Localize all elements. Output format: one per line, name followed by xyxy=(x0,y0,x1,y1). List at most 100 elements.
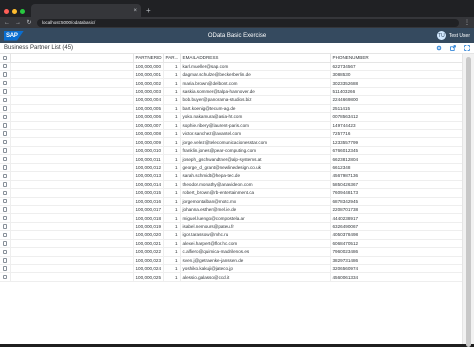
row-select-cell[interactable] xyxy=(0,264,11,274)
column-header-phonenumber[interactable]: PHONENUMBER xyxy=(330,54,463,63)
gear-icon[interactable] xyxy=(436,45,442,51)
table-row[interactable]: 100,000,011 1 joseph_gschwandtner@alp-syst… xyxy=(0,154,463,164)
select-all-cell[interactable] xyxy=(0,54,11,63)
table-row[interactable]: 100,000,003 1 saskia.sommer@talpa-hannover… xyxy=(0,87,463,97)
row-select-cell[interactable] xyxy=(0,129,11,139)
row-checkbox[interactable] xyxy=(2,156,7,162)
row-select-cell[interactable] xyxy=(0,272,11,282)
row-select-cell[interactable] xyxy=(0,205,11,215)
table-row[interactable]: 100,000,013 1 sarah.schmidt@hepa-tec.de 456… xyxy=(0,171,463,181)
row-checkbox[interactable] xyxy=(2,232,7,238)
table-row[interactable]: 100,000,012 1 george_d_grant@newlinedesign… xyxy=(0,163,463,173)
forward-icon[interactable]: → xyxy=(15,20,21,26)
row-select-cell[interactable] xyxy=(0,171,11,181)
row-checkbox[interactable] xyxy=(2,72,7,77)
row-checkbox[interactable] xyxy=(2,266,7,271)
row-select-cell[interactable] xyxy=(0,163,11,173)
row-checkbox[interactable] xyxy=(2,139,7,145)
select-all-checkbox[interactable] xyxy=(2,55,7,60)
row-checkbox[interactable] xyxy=(2,97,7,103)
minimize-window-icon[interactable] xyxy=(12,8,17,14)
address-bar[interactable]: localhost:5000/odatabasic/ xyxy=(37,18,459,27)
vertical-scrollbar[interactable] xyxy=(462,54,474,347)
row-select-cell[interactable] xyxy=(0,62,11,71)
row-checkbox[interactable] xyxy=(2,274,7,280)
row-select-cell[interactable] xyxy=(0,87,11,97)
table-row[interactable]: 100,000,020 1 igor.tarassow@mhc.ru 40503784… xyxy=(0,230,463,240)
table-row[interactable]: 100,000,022 1 c.alfiero@quimica-madrilenos… xyxy=(0,247,463,257)
row-checkbox[interactable] xyxy=(2,207,7,212)
column-header-partnerid[interactable]: PARTNERID xyxy=(133,54,164,63)
close-window-icon[interactable] xyxy=(4,8,9,14)
fullscreen-icon[interactable] xyxy=(464,45,470,51)
row-checkbox[interactable] xyxy=(2,80,7,86)
row-checkbox[interactable] xyxy=(2,190,7,196)
scrollbar-thumb[interactable] xyxy=(466,57,471,347)
row-checkbox[interactable] xyxy=(2,63,7,69)
row-select-cell[interactable] xyxy=(0,247,11,257)
row-select-cell[interactable] xyxy=(0,230,11,240)
table-row[interactable]: 100,000,010 1 franklin.jones@pear-computin… xyxy=(0,146,463,156)
table-row[interactable]: 100,000,001 1 dagmar.schulze@beckerberlin.… xyxy=(0,70,463,80)
row-select-cell[interactable] xyxy=(0,239,11,249)
export-icon[interactable] xyxy=(450,45,456,51)
table-row[interactable]: 100,000,017 1 johanna.esther@mel.ie.de 2208… xyxy=(0,205,463,215)
row-select-cell[interactable] xyxy=(0,137,11,147)
row-select-cell[interactable] xyxy=(0,78,11,88)
row-select-cell[interactable] xyxy=(0,112,11,122)
browser-menu-icon[interactable]: ⋮ xyxy=(464,19,470,26)
table-row[interactable]: 100,000,016 1 jorgemontalban@motc.mx 687834… xyxy=(0,197,463,206)
table-row[interactable]: 100,000,005 1 bart.koenig@tecum-ag.de 25114… xyxy=(0,104,463,114)
column-header-emailaddress[interactable]: EMAILADDRESS xyxy=(180,54,331,63)
new-tab-icon[interactable]: + xyxy=(146,6,151,15)
row-checkbox[interactable] xyxy=(2,106,7,111)
table-row[interactable]: 100,000,014 1 theodor.monathy@anavideon.co… xyxy=(0,180,463,190)
table-row[interactable]: 100,000,015 1 robert_brown@rb-entertainmen… xyxy=(0,188,463,198)
row-checkbox[interactable] xyxy=(2,165,7,170)
reload-icon[interactable]: ↻ xyxy=(26,19,32,26)
browser-tab[interactable]: × xyxy=(31,4,141,17)
row-select-cell[interactable] xyxy=(0,95,11,105)
table-row[interactable]: 100,000,024 1 yoshiko.kakuji@jateco.jp 3206… xyxy=(0,264,463,274)
table-row[interactable]: 100,000,021 1 alexei.harpert@flor.hc.com 60… xyxy=(0,239,463,249)
table-row[interactable]: 100,000,000 1 karl.mueller@sap.com 62273456… xyxy=(0,62,463,71)
row-select-cell[interactable] xyxy=(0,222,11,232)
row-checkbox[interactable] xyxy=(2,249,7,255)
table-row[interactable]: 100,000,004 1 bob.buyer@panorama-studios.b… xyxy=(0,95,463,105)
row-checkbox[interactable] xyxy=(2,258,7,263)
table-row[interactable]: 100,000,019 1 isabel.nemours@pateu.fr 63264… xyxy=(0,222,463,232)
maximize-window-icon[interactable] xyxy=(20,8,25,14)
back-icon[interactable]: ← xyxy=(4,20,10,26)
row-checkbox[interactable] xyxy=(2,182,7,187)
row-select-cell[interactable] xyxy=(0,70,11,80)
table-row[interactable]: 100,000,025 1 alessio.galasso@ccd.it 456006… xyxy=(0,272,463,282)
row-select-cell[interactable] xyxy=(0,188,11,198)
sap-logo[interactable]: SAP xyxy=(4,30,24,41)
table-row[interactable]: 100,000,023 1 sven.j@getraenke-janssen.de 3… xyxy=(0,256,463,266)
row-select-cell[interactable] xyxy=(0,197,11,206)
row-select-cell[interactable] xyxy=(0,121,11,131)
row-checkbox[interactable] xyxy=(2,173,7,179)
tab-close-icon[interactable]: × xyxy=(133,8,137,14)
row-checkbox[interactable] xyxy=(2,114,7,120)
user-menu[interactable]: TU Test User xyxy=(436,31,470,40)
row-checkbox[interactable] xyxy=(2,215,7,221)
row-checkbox[interactable] xyxy=(2,131,7,136)
table-row[interactable]: 100,000,008 1 victor.sanchez@avantel.com 72… xyxy=(0,129,463,139)
row-checkbox[interactable] xyxy=(2,148,7,153)
row-select-cell[interactable] xyxy=(0,213,11,223)
row-checkbox[interactable] xyxy=(2,198,7,204)
column-header-partnerrole[interactable]: PAR... xyxy=(163,54,181,63)
row-select-cell[interactable] xyxy=(0,256,11,266)
table-row[interactable]: 100,000,018 1 miguel.luengo@compostela.ar 4… xyxy=(0,213,463,223)
row-checkbox[interactable] xyxy=(2,123,7,128)
row-select-cell[interactable] xyxy=(0,154,11,164)
row-checkbox[interactable] xyxy=(2,241,7,246)
column-header-blank[interactable] xyxy=(10,54,134,63)
row-checkbox[interactable] xyxy=(2,89,7,94)
row-select-cell[interactable] xyxy=(0,146,11,156)
row-checkbox[interactable] xyxy=(2,224,7,229)
table-row[interactable]: 100,000,006 1 yoko.nakamura@asia-ht.com 007… xyxy=(0,112,463,122)
table-row[interactable]: 100,000,002 1 maria.brown@delbont.com 30233… xyxy=(0,78,463,88)
table-row[interactable]: 100,000,009 1 jorge.velez@telecomunicacion… xyxy=(0,137,463,147)
